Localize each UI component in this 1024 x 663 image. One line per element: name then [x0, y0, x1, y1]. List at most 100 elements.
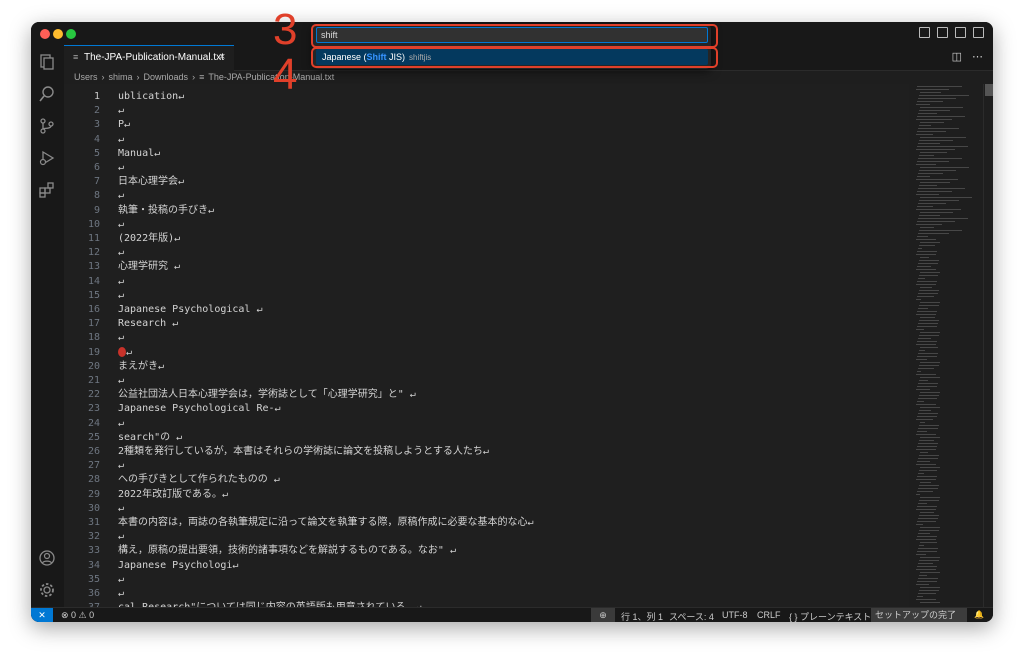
editor-line[interactable]: 25 search"の ↵	[64, 431, 909, 445]
minimap-line	[920, 407, 940, 408]
text-editor[interactable]: 1 ublication↵ 2 ↵ 3 P↵ 4 ↵ 5 Manual↵ 6 ↵ 7 日本心理学会↵ 8 ↵ 9…	[64, 84, 909, 607]
minimap-line	[918, 203, 946, 204]
minimap-line	[919, 395, 939, 396]
line-text: P↵	[118, 119, 131, 131]
editor-line[interactable]: 1 ublication↵	[64, 90, 909, 104]
editor-line[interactable]: 33 構え，原稿の提出要領，技術的諸事項などを解説するものである。なお" ↵	[64, 544, 909, 558]
setup-label: セットアップの完了	[875, 610, 957, 620]
line-ending-indicator[interactable]: CRLF	[757, 610, 781, 620]
minimap-line	[918, 398, 937, 399]
minimap-line	[918, 578, 938, 579]
minimap-line	[920, 212, 953, 213]
editor-line[interactable]: 32 ↵	[64, 530, 909, 544]
search-icon[interactable]	[38, 85, 56, 103]
editor-line[interactable]: 7 日本心理学会↵	[64, 175, 909, 189]
breadcrumb-item[interactable]: Users	[74, 72, 98, 82]
editor-line[interactable]: 30 ↵	[64, 502, 909, 516]
minimize-window-button[interactable]	[53, 29, 63, 39]
editor-line[interactable]: 6 ↵	[64, 161, 909, 175]
editor-line[interactable]: 12 ↵	[64, 246, 909, 260]
close-tab-icon[interactable]: ×	[219, 51, 225, 63]
editor-line[interactable]: 27 ↵	[64, 459, 909, 473]
editor-line[interactable]: 24 ↵	[64, 417, 909, 431]
line-text: ublication↵	[118, 91, 185, 102]
breadcrumb-item[interactable]: Downloads	[144, 72, 189, 82]
source-control-icon[interactable]	[38, 117, 56, 135]
editor-line[interactable]: 11 (2022年版)↵	[64, 232, 909, 246]
tab-the-jpa-publication-manual[interactable]: ≡ The-JPA-Publication-Manual.txt ×	[64, 45, 234, 71]
problems-indicator[interactable]: ⊗ 0 ⚠ 0	[61, 610, 94, 621]
indentation[interactable]: スペース: 4	[669, 610, 714, 622]
split-editor-icon[interactable]: ◫	[952, 50, 962, 63]
minimap-line	[916, 539, 936, 540]
editor-line[interactable]: 16 Japanese Psychological ↵	[64, 303, 909, 317]
run-debug-icon[interactable]	[38, 149, 56, 167]
editor-line[interactable]: 9 執筆・投稿の手びき↵	[64, 204, 909, 218]
maximize-window-button[interactable]	[66, 29, 76, 39]
toggle-panel-icon[interactable]	[955, 27, 966, 38]
setup-complete-button[interactable]: セットアップの完了	[871, 608, 967, 622]
minimap-line	[918, 218, 968, 219]
scrollbar-thumb[interactable]	[985, 84, 993, 96]
notifications-bell-icon[interactable]: 🔔	[974, 610, 984, 619]
minimap[interactable]	[913, 84, 983, 607]
editor-line[interactable]: 29 2022年改訂版である。↵	[64, 488, 909, 502]
remote-indicator[interactable]: ✕	[31, 608, 53, 622]
editor-line[interactable]: 14 ↵	[64, 275, 909, 289]
close-window-button[interactable]	[40, 29, 50, 39]
encoding-indicator[interactable]: UTF-8	[722, 610, 748, 620]
more-actions-icon[interactable]: ⋯	[972, 50, 983, 63]
breadcrumb-item[interactable]: The-JPA-Publication-Manual.txt	[208, 72, 334, 82]
minimap-line	[920, 197, 972, 198]
minimap-line	[917, 476, 937, 477]
line-number: 27	[87, 460, 100, 472]
editor-line[interactable]: 19 ↵	[64, 346, 909, 360]
minimap-line	[916, 299, 921, 300]
editor-line[interactable]: 20 まえがき↵	[64, 360, 909, 374]
line-text: ↵	[118, 133, 125, 145]
editor-line[interactable]: 15 ↵	[64, 289, 909, 303]
explorer-icon[interactable]	[38, 53, 56, 71]
editor-line[interactable]: 17 Research ↵	[64, 317, 909, 331]
editor-line[interactable]: 2 ↵	[64, 104, 909, 118]
editor-line[interactable]: 36 ↵	[64, 587, 909, 601]
line-number: 17	[87, 318, 100, 330]
editor-line[interactable]: 31 本書の内容は，両誌の各執筆規定に沿って論文を執筆する際，原稿作成に必要な基本…	[64, 516, 909, 530]
extensions-icon[interactable]	[38, 181, 56, 199]
minimap-line	[917, 221, 955, 222]
editor-line[interactable]: 28 への手びきとして作られたものの ↵	[64, 473, 909, 487]
customize-layout-icon[interactable]	[919, 27, 930, 38]
breadcrumb-item[interactable]: shima	[109, 72, 133, 82]
editor-line[interactable]: 4 ↵	[64, 133, 909, 147]
toggle-sidebar-icon[interactable]	[937, 27, 948, 38]
account-icon[interactable]	[38, 549, 56, 567]
editor-line[interactable]: 3 P↵	[64, 118, 909, 132]
minimap-line	[917, 371, 921, 372]
line-text: ↵	[118, 502, 125, 514]
editor-line[interactable]: 8 ↵	[64, 189, 909, 203]
editor-line[interactable]: 18 ↵	[64, 331, 909, 345]
zoom-icon[interactable]: ⊕	[591, 608, 615, 622]
editor-line[interactable]: 5 Manual↵	[64, 147, 909, 161]
editor-line[interactable]: 13 心理学研究 ↵	[64, 260, 909, 274]
cursor-position[interactable]: 行 1、列 1	[621, 610, 663, 622]
line-text: ↵	[118, 105, 125, 117]
vertical-scrollbar[interactable]	[983, 84, 993, 607]
language-mode[interactable]: { } プレーンテキスト	[789, 610, 871, 622]
toggle-secondary-sidebar-icon[interactable]	[973, 27, 984, 38]
editor-line[interactable]: 34 Japanese Psychologi↵	[64, 559, 909, 573]
editor-line[interactable]: 22 公益社団法人日本心理学会は，学術誌として「心理学研究」と" ↵	[64, 388, 909, 402]
minimap-line	[918, 533, 930, 534]
minimap-line	[917, 176, 930, 177]
editor-line[interactable]: 21 ↵	[64, 374, 909, 388]
editor-line[interactable]: 10 ↵	[64, 218, 909, 232]
minimap-line	[917, 566, 937, 567]
editor-line[interactable]: 35 ↵	[64, 573, 909, 587]
editor-line[interactable]: 26 2種類を発行しているが，本書はそれらの学術誌に論文を投稿しようとする人たち↵	[64, 445, 909, 459]
settings-gear-icon[interactable]	[38, 581, 56, 599]
line-text: ↵	[118, 162, 125, 173]
minimap-line	[919, 500, 939, 501]
editor-line[interactable]: 23 Japanese Psychological Re-↵	[64, 402, 909, 416]
annotation-box-4	[311, 47, 718, 68]
minimap-line	[920, 167, 969, 168]
